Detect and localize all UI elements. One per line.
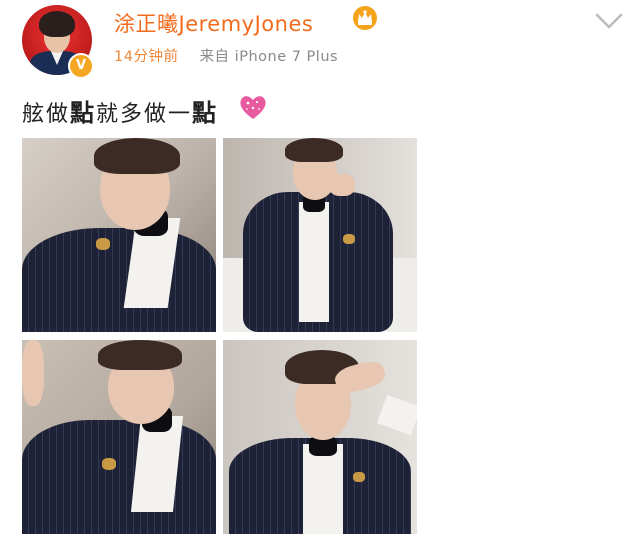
photo-2-shirt	[299, 202, 329, 322]
photo-4-shirt	[303, 444, 343, 534]
photo-1-hair	[94, 138, 180, 174]
post-text-bold1: 點	[70, 98, 97, 127]
post-text-part1: 舷做	[22, 102, 71, 127]
photo-4[interactable]	[223, 340, 417, 534]
post-text: 舷做點就多做一點	[22, 93, 218, 128]
photo-2-hand	[329, 174, 355, 196]
post-time[interactable]: 14分钟前	[114, 49, 178, 65]
post-text-part2: 就多做一	[96, 102, 193, 127]
crown-badge-icon[interactable]	[352, 5, 378, 31]
chevron-down-icon[interactable]	[594, 10, 624, 32]
photo-2-brooch	[343, 234, 355, 244]
photo-1[interactable]	[22, 138, 216, 332]
post-source: 来自 iPhone 7 Plus	[199, 49, 339, 65]
photo-4-brooch	[353, 472, 365, 482]
photo-3-hair	[98, 340, 182, 370]
photo-1-brooch	[96, 238, 110, 250]
photo-2-hair	[285, 138, 343, 162]
photo-3-brooch	[102, 458, 116, 470]
post-meta: 14分钟前 来自 iPhone 7 Plus	[114, 45, 338, 66]
photo-2[interactable]	[223, 138, 417, 332]
weibo-post: V 涂正曦JeremyJones 14分钟前 来自 iPhone 7 Plus …	[0, 0, 640, 536]
photo-3[interactable]	[22, 340, 216, 534]
post-text-bold2: 點	[192, 98, 219, 127]
username[interactable]: 涂正曦JeremyJones	[114, 8, 313, 38]
photo-3-jacket	[22, 420, 216, 534]
verified-badge: V	[68, 53, 94, 79]
avatar-hair	[39, 11, 75, 37]
photo-1-jacket	[22, 228, 216, 332]
sparkle-heart-icon	[240, 96, 266, 119]
photo-3-hand	[22, 340, 44, 406]
